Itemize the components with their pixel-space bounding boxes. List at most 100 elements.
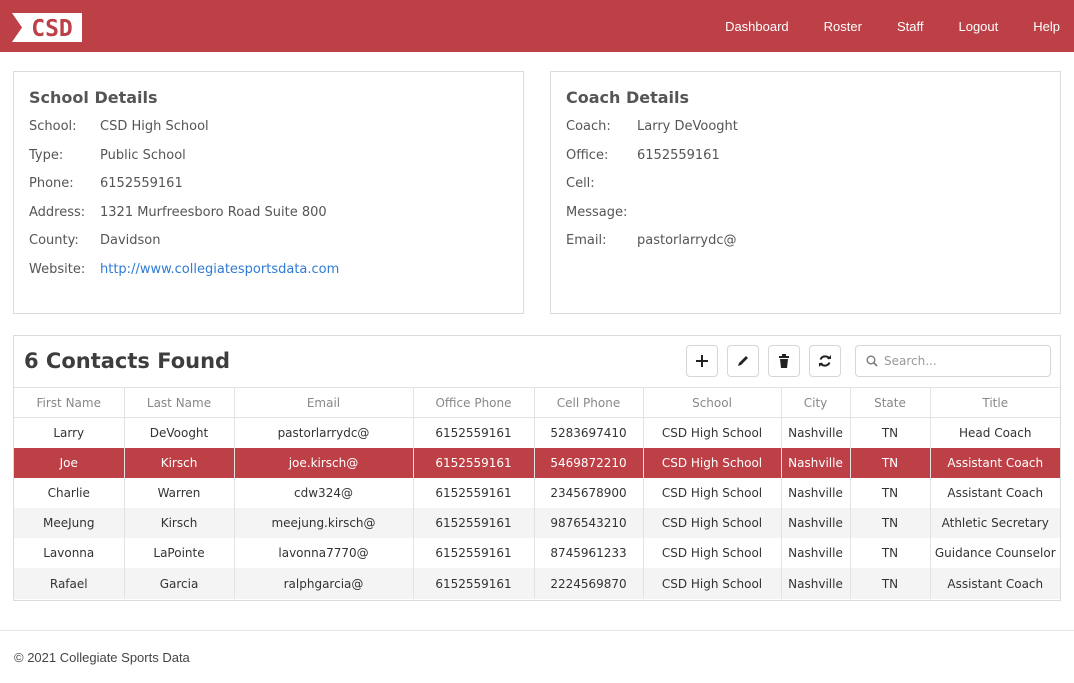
cell-school: CSD High School	[642, 447, 782, 478]
school-value: CSD High School	[100, 119, 209, 134]
cell-cell-phone: 8745961233	[533, 538, 644, 569]
address-value: 1321 Murfreesboro Road Suite 800	[100, 205, 327, 220]
col-title[interactable]: Title	[929, 387, 1060, 418]
search-input[interactable]	[884, 354, 1034, 368]
add-contact-button[interactable]	[686, 345, 718, 377]
table-row[interactable]: Rafael Garcia ralphgarcia@ 6152559161 22…	[14, 568, 1060, 599]
phone-value: 6152559161	[100, 176, 183, 191]
cell-state: TN	[849, 477, 931, 509]
cell-first-name: Charlie	[14, 477, 125, 509]
cell-last-name: Garcia	[123, 568, 235, 599]
phone-label: Phone:	[29, 176, 74, 191]
nav-logout[interactable]: Logout	[958, 19, 998, 34]
cell-email: pastorlarrydc@	[233, 417, 414, 448]
address-label: Address:	[29, 205, 86, 220]
county-row: County: Davidson	[29, 233, 161, 248]
trash-icon	[779, 354, 789, 368]
top-navbar: CSD Dashboard Roster Staff Logout Help	[0, 0, 1074, 52]
website-label: Website:	[29, 262, 86, 277]
coach-value: Larry DeVooght	[637, 119, 738, 134]
cell-first-name: Lavonna	[14, 538, 125, 569]
cell-last-name: Kirsch	[123, 447, 235, 478]
refresh-button[interactable]	[809, 345, 841, 377]
svg-text:CSD: CSD	[31, 16, 73, 42]
table-row-selected[interactable]: Joe Kirsch joe.kirsch@ 6152559161 546987…	[14, 447, 1060, 478]
cell-title: Athletic Secretary	[929, 508, 1060, 539]
csd-logo[interactable]: CSD	[12, 13, 82, 42]
cell-title: Assistant Coach	[929, 447, 1060, 478]
cell-school: CSD High School	[642, 538, 782, 569]
cell-office-phone: 6152559161	[412, 477, 535, 509]
cell-first-name: MeeJung	[14, 508, 125, 539]
cell-office-phone: 6152559161	[412, 508, 535, 539]
cell-cell-phone: 2345678900	[533, 477, 644, 509]
website-link[interactable]: http://www.collegiatesportsdata.com	[100, 262, 339, 277]
table-row[interactable]: Larry DeVooght pastorlarrydc@ 6152559161…	[14, 417, 1060, 448]
edit-contact-button[interactable]	[727, 345, 759, 377]
cell-title: Guidance Counselor	[929, 538, 1060, 569]
nav-dashboard[interactable]: Dashboard	[725, 19, 789, 34]
col-cell-phone[interactable]: Cell Phone	[533, 387, 644, 418]
col-school[interactable]: School	[642, 387, 782, 418]
cell-state: TN	[849, 568, 931, 599]
email-row: Email: pastorlarrydc@	[566, 233, 737, 248]
col-state[interactable]: State	[849, 387, 931, 418]
message-label: Message:	[566, 205, 628, 220]
cell-city: Nashville	[780, 447, 851, 478]
table-row[interactable]: Charlie Warren cdw324@ 6152559161 234567…	[14, 477, 1060, 509]
footer-divider	[0, 630, 1074, 631]
office-label: Office:	[566, 148, 609, 163]
cell-city: Nashville	[780, 538, 851, 569]
nav-roster[interactable]: Roster	[824, 19, 862, 34]
search-icon	[866, 355, 878, 367]
table-header-row: First Name Last Name Email Office Phone …	[14, 387, 1060, 418]
cell-city: Nashville	[780, 568, 851, 599]
cell-first-name: Joe	[14, 447, 125, 478]
email-value: pastorlarrydc@	[637, 233, 737, 248]
website-row: Website: http://www.collegiatesportsdata…	[29, 262, 339, 277]
cell-school: CSD High School	[642, 508, 782, 539]
cell-school: CSD High School	[642, 417, 782, 448]
delete-contact-button[interactable]	[768, 345, 800, 377]
cell-state: TN	[849, 508, 931, 539]
contacts-table: First Name Last Name Email Office Phone …	[14, 387, 1060, 599]
school-details-card: School Details School: CSD High School T…	[13, 71, 524, 314]
nav-staff[interactable]: Staff	[897, 19, 924, 34]
main-nav: Dashboard Roster Staff Logout Help	[690, 0, 1060, 52]
contacts-count-title: 6 Contacts Found	[24, 349, 231, 373]
col-first-name[interactable]: First Name	[14, 387, 125, 418]
nav-help[interactable]: Help	[1033, 19, 1060, 34]
school-row: School: CSD High School	[29, 119, 209, 134]
county-value: Davidson	[100, 233, 161, 248]
cell-first-name: Larry	[14, 417, 125, 448]
school-label: School:	[29, 119, 77, 134]
search-box[interactable]	[855, 345, 1051, 377]
col-city[interactable]: City	[780, 387, 851, 418]
message-row: Message:	[566, 205, 637, 220]
coach-details-card: Coach Details Coach: Larry DeVooght Offi…	[550, 71, 1061, 314]
col-office-phone[interactable]: Office Phone	[412, 387, 535, 418]
cell-title: Assistant Coach	[929, 477, 1060, 509]
cell-cell-phone: 9876543210	[533, 508, 644, 539]
cell-last-name: DeVooght	[123, 417, 235, 448]
cell-row: Cell:	[566, 176, 637, 191]
cell-label: Cell:	[566, 176, 595, 191]
cell-cell-phone: 2224569870	[533, 568, 644, 599]
cell-title: Head Coach	[929, 417, 1060, 448]
cell-office-phone: 6152559161	[412, 417, 535, 448]
cell-first-name: Rafael	[14, 568, 125, 599]
school-details-title: School Details	[29, 88, 158, 107]
col-email[interactable]: Email	[233, 387, 414, 418]
contacts-panel: 6 Contacts Found Search... First Name La…	[13, 335, 1061, 601]
table-row[interactable]: MeeJung Kirsch meejung.kirsch@ 615255916…	[14, 508, 1060, 539]
cell-office-phone: 6152559161	[412, 447, 535, 478]
pencil-icon	[738, 356, 748, 366]
col-last-name[interactable]: Last Name	[123, 387, 235, 418]
cell-last-name: Kirsch	[123, 508, 235, 539]
type-label: Type:	[29, 148, 64, 163]
cell-cell-phone: 5283697410	[533, 417, 644, 448]
office-value: 6152559161	[637, 148, 720, 163]
phone-row: Phone: 6152559161	[29, 176, 183, 191]
table-row[interactable]: Lavonna LaPointe lavonna7770@ 6152559161…	[14, 538, 1060, 569]
address-row: Address: 1321 Murfreesboro Road Suite 80…	[29, 205, 327, 220]
